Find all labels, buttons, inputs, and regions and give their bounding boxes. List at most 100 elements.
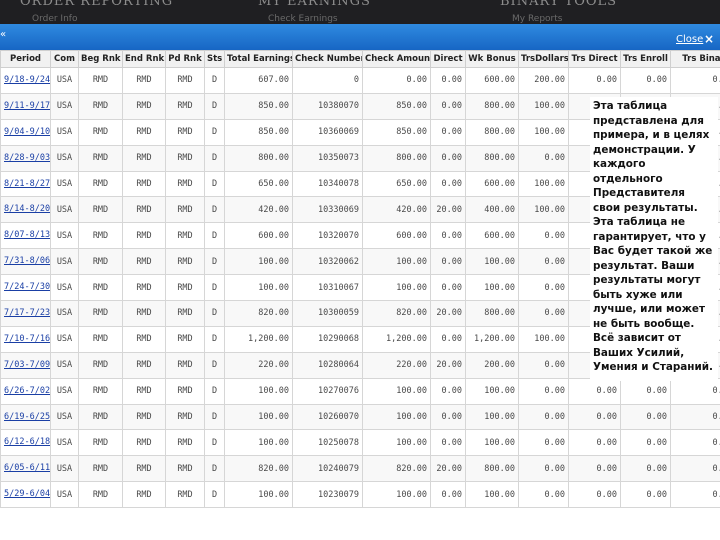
period-link[interactable]: 7/10-7/16/2010 [0, 325, 51, 353]
table-row: 6/12-6/18/2010USARMDRMDRMDD100.001025007… [0, 429, 720, 457]
table-cell: RMD [122, 144, 166, 172]
period-link[interactable]: 5/29-6/04/2010 [0, 481, 51, 509]
table-cell: USA [50, 222, 79, 250]
nav-binary-tools[interactable]: BINARY TOOLS [500, 0, 617, 9]
table-cell: RMD [122, 92, 166, 120]
table-cell: 820.00 [362, 300, 431, 327]
table-cell: RMD [122, 481, 166, 509]
column-header[interactable]: Com [50, 50, 79, 68]
table-cell: USA [50, 248, 79, 276]
table-cell: 1,200.00 [465, 325, 519, 353]
column-header[interactable]: Trs Direct [568, 50, 621, 68]
column-header[interactable]: Wk Bonus [465, 50, 519, 68]
table-cell: RMD [122, 222, 166, 250]
period-link[interactable]: 6/19-6/25/2010 [0, 403, 51, 431]
table-cell: RMD [165, 274, 205, 302]
table-cell: USA [50, 377, 79, 405]
close-icon[interactable]: × [704, 32, 718, 46]
table-cell: RMD [122, 274, 166, 302]
table-cell: 10250078 [292, 429, 363, 457]
table-cell: 100.00 [362, 274, 431, 302]
table-cell: RMD [78, 300, 123, 327]
period-link[interactable]: 7/03-7/09/2010 [0, 351, 51, 379]
table-cell: 0.00 [430, 481, 466, 509]
table-cell: RMD [165, 118, 205, 146]
table-cell: D [204, 455, 225, 483]
table-cell: RMD [165, 351, 205, 379]
table-cell: 100.00 [518, 325, 569, 353]
table-cell: 0.00 [620, 403, 671, 431]
table-cell: 0.00 [568, 481, 621, 509]
table-cell: 100.00 [224, 429, 293, 457]
table-cell: 607.00 [224, 67, 293, 94]
column-header[interactable]: Period [0, 50, 51, 68]
table-cell: 10270076 [292, 377, 363, 405]
table-cell: 100.00 [224, 403, 293, 431]
table-cell: D [204, 481, 225, 509]
table-cell: USA [50, 481, 79, 509]
table-cell: 0.00 [518, 248, 569, 276]
nav-subitem-order-info[interactable]: Order Info [32, 14, 77, 24]
period-link[interactable]: 8/14-8/20/2010 [0, 196, 51, 224]
close-button[interactable]: Close [676, 34, 704, 48]
period-link[interactable]: 8/28-9/03/2010 [0, 144, 51, 172]
table-cell: RMD [78, 92, 123, 120]
table-cell: 100.00 [362, 377, 431, 405]
table-cell: RMD [78, 170, 123, 198]
table-cell: 100.00 [224, 377, 293, 405]
table-cell: 0.00 [620, 429, 671, 457]
table-cell: USA [50, 118, 79, 146]
table-cell: 0.00 [518, 455, 569, 483]
table-cell: 0.00 [430, 429, 466, 457]
period-link[interactable]: 6/05-6/11/2010 [0, 455, 51, 483]
column-header[interactable]: Pd Rnk [165, 50, 205, 68]
table-cell: USA [50, 300, 79, 327]
period-link[interactable]: 9/04-9/10/2010 [0, 118, 51, 146]
table-cell: RMD [165, 429, 205, 457]
table-cell: 850.00 [362, 92, 431, 120]
column-header[interactable]: Sts [204, 50, 225, 68]
column-header[interactable]: Check Number [292, 50, 363, 68]
period-link[interactable]: 9/11-9/17/2010 [0, 92, 51, 120]
column-header[interactable]: Direct [430, 50, 466, 68]
period-link[interactable]: 9/18-9/24/2010 "Pending" [0, 67, 51, 94]
nav-order-reporting[interactable]: ORDER REPORTING [20, 0, 173, 9]
period-link[interactable]: 8/21-8/27/2010 [0, 170, 51, 198]
table-cell: 100.00 [465, 377, 519, 405]
table-cell: 0.00 [518, 222, 569, 250]
period-link[interactable]: 8/07-8/13/2010 [0, 222, 51, 250]
column-header[interactable]: Check Amount [362, 50, 431, 68]
table-cell: D [204, 429, 225, 457]
period-link[interactable]: 6/26-7/02/2010 [0, 377, 51, 405]
column-header[interactable]: TrsDollars [518, 50, 569, 68]
column-header[interactable]: Trs Binar [670, 50, 720, 68]
table-cell: 10330069 [292, 196, 363, 224]
table-cell: 800.00 [224, 144, 293, 172]
table-cell: USA [50, 170, 79, 198]
table-cell: RMD [78, 118, 123, 146]
table-cell: 850.00 [224, 118, 293, 146]
table-cell: 0.00 [518, 300, 569, 327]
nav-subitem-check-earnings[interactable]: Check Earnings [268, 14, 338, 24]
table-cell: RMD [165, 144, 205, 172]
table-cell: 0.00 [670, 455, 720, 483]
period-link[interactable]: 7/24-7/30/2010 [0, 274, 51, 302]
period-link[interactable]: 7/31-8/06/2010 [0, 248, 51, 276]
period-link[interactable]: 6/12-6/18/2010 [0, 429, 51, 457]
collapse-icon[interactable]: « [0, 29, 6, 40]
column-header[interactable]: End Rnk [122, 50, 166, 68]
column-header[interactable]: Trs Enroll [620, 50, 671, 68]
period-link[interactable]: 7/17-7/23/2010 [0, 300, 51, 327]
table-cell: D [204, 300, 225, 327]
table-header-row: Period Com Beg Rnk End Rnk Pd Rnk Sts Total Ea… [0, 50, 720, 68]
nav-subitem-my-reports[interactable]: My Reports [512, 14, 562, 24]
table-cell: 800.00 [465, 118, 519, 146]
column-header[interactable]: Total Earnings [224, 50, 293, 68]
column-header[interactable]: Beg Rnk [78, 50, 123, 68]
table-cell: 10260070 [292, 403, 363, 431]
table-cell: 1,200.00 [224, 325, 293, 353]
table-cell: 200.00 [465, 351, 519, 379]
table-cell: D [204, 92, 225, 120]
nav-my-earnings[interactable]: MY EARNINGS [258, 0, 371, 9]
table-cell: RMD [122, 118, 166, 146]
